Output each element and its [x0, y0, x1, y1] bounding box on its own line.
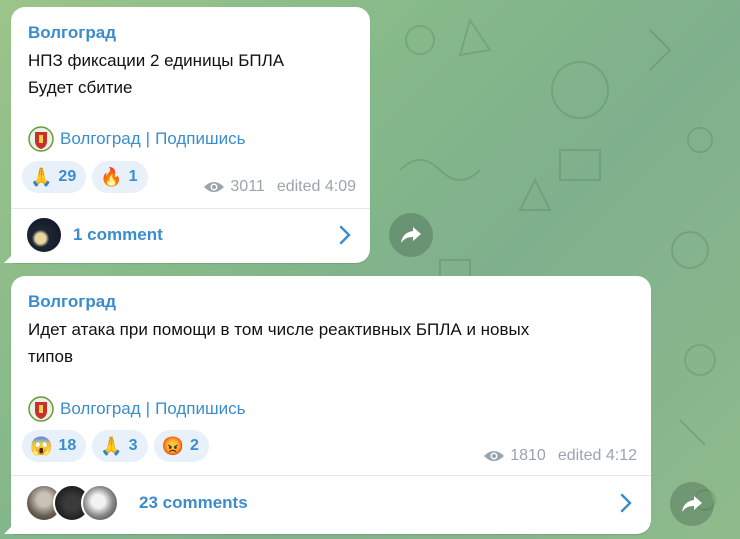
- signature-channel-link[interactable]: Волгоград: [60, 129, 141, 149]
- comments-label: 1 comment: [73, 225, 163, 244]
- share-arrow-icon: [401, 227, 421, 243]
- share-arrow-icon: [682, 496, 702, 512]
- view-count: 1810: [510, 447, 546, 464]
- reaction-count: 3: [128, 437, 138, 454]
- subscribe-link[interactable]: Подпишись: [155, 129, 245, 149]
- channel-signature: Волгоград | Подпишись: [28, 396, 246, 422]
- comments-button[interactable]: 23 comments: [11, 478, 651, 528]
- angry-emoji-icon: 😡: [161, 435, 184, 456]
- reaction-count: 29: [58, 168, 77, 185]
- reaction-count: 18: [58, 437, 77, 454]
- signature-channel-link[interactable]: Волгоград: [60, 399, 141, 419]
- edited-time: edited 4:09: [276, 178, 356, 195]
- message-line: Идет атака при помощи в том числе реакти…: [28, 320, 530, 339]
- comments-button[interactable]: 1 comment: [11, 210, 370, 260]
- scream-emoji-icon: 😱: [30, 435, 53, 456]
- commenter-avatars: [25, 216, 63, 254]
- reaction-button[interactable]: 😱 18: [22, 430, 87, 462]
- message-text: НПЗ фиксации 2 единицы БПЛА Будет сбитие: [28, 47, 284, 101]
- reaction-button[interactable]: 🙏 29: [22, 161, 87, 193]
- pray-emoji-icon: 🙏: [30, 166, 53, 187]
- emblem-icon: [28, 396, 54, 422]
- chevron-right-icon: [339, 225, 351, 245]
- reactions-bar: 😱 18 🙏 3 😡 2: [22, 430, 209, 462]
- message-bubble-2: Волгоград Идет атака при помощи в том чи…: [11, 276, 651, 534]
- reaction-button[interactable]: 😡 2: [153, 430, 209, 462]
- fire-emoji-icon: 🔥: [100, 166, 123, 187]
- avatar: [25, 216, 63, 254]
- message-meta: 1810 edited 4:12: [483, 447, 637, 465]
- message-meta: 3011 edited 4:09: [203, 178, 356, 196]
- commenter-avatars: [25, 484, 119, 522]
- signature-separator: |: [145, 129, 151, 148]
- share-button[interactable]: [389, 213, 433, 257]
- channel-name[interactable]: Волгоград: [28, 292, 116, 312]
- message-line: НПЗ фиксации 2 единицы БПЛА: [28, 51, 285, 70]
- edited-time: edited 4:12: [557, 447, 637, 464]
- signature-separator: |: [145, 399, 151, 418]
- eye-icon: [484, 451, 505, 461]
- subscribe-link[interactable]: Подпишись: [155, 399, 245, 419]
- share-button[interactable]: [670, 482, 714, 526]
- message-line: Будет сбитие: [28, 78, 133, 97]
- reaction-count: 1: [128, 168, 138, 185]
- message-text: Идет атака при помощи в том числе реакти…: [28, 316, 529, 370]
- divider: [11, 208, 370, 209]
- avatar: [81, 484, 119, 522]
- channel-name[interactable]: Волгоград: [28, 23, 116, 43]
- eye-icon: [204, 182, 225, 192]
- reactions-bar: 🙏 29 🔥 1: [22, 161, 148, 193]
- reaction-button[interactable]: 🙏 3: [92, 430, 148, 462]
- pray-emoji-icon: 🙏: [100, 435, 123, 456]
- emblem-icon: [28, 126, 54, 152]
- chevron-right-icon: [620, 493, 632, 513]
- view-count: 3011: [230, 178, 265, 195]
- comments-label: 23 comments: [139, 493, 248, 512]
- reaction-button[interactable]: 🔥 1: [92, 161, 148, 193]
- reaction-count: 2: [189, 437, 199, 454]
- message-bubble-1: Волгоград НПЗ фиксации 2 единицы БПЛА Бу…: [11, 7, 370, 263]
- divider: [11, 475, 651, 476]
- channel-signature: Волгоград | Подпишись: [28, 126, 246, 152]
- message-line: типов: [28, 347, 73, 366]
